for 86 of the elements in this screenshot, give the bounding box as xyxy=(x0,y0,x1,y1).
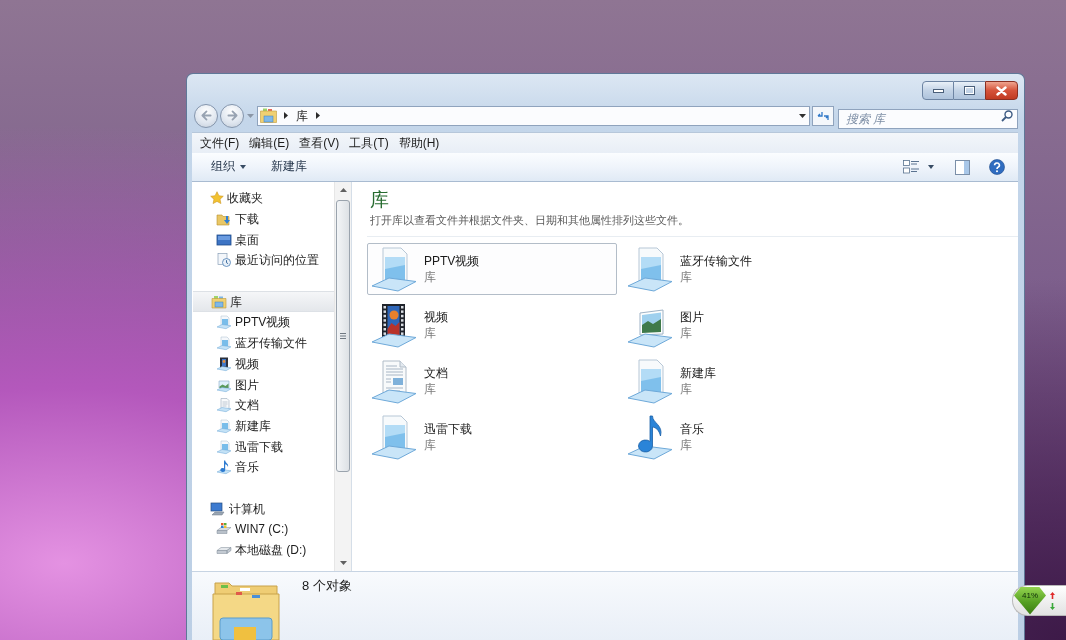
nav-item[interactable]: 迅雷下载 xyxy=(216,436,287,457)
music-library-icon xyxy=(216,459,232,476)
toolbar-button[interactable]: 组织 xyxy=(203,156,254,178)
library-icon xyxy=(216,417,232,434)
nav-item[interactable]: 视频 xyxy=(216,353,263,375)
computer-icon xyxy=(210,500,226,517)
nav-item[interactable]: 蓝牙传输文件 xyxy=(216,332,311,354)
library-tile[interactable]: 蓝牙传输文件 库 xyxy=(623,243,763,295)
desktop-icon xyxy=(216,231,232,248)
library-icon xyxy=(370,413,418,461)
arrow-down-icon[interactable] xyxy=(339,561,347,565)
library-tile[interactable]: 图片 库 xyxy=(623,299,715,351)
minimize-button[interactable] xyxy=(922,81,954,100)
nav-item[interactable]: WIN7 (C:) xyxy=(216,519,293,540)
library-tile[interactable]: 文档 库 xyxy=(367,355,459,407)
document-library-icon xyxy=(216,397,232,414)
maximize-button[interactable] xyxy=(954,81,985,100)
library-tile[interactable]: 音乐 库 xyxy=(623,411,715,463)
library-icon xyxy=(370,245,418,293)
toolbar-button[interactable]: 新建库 xyxy=(263,156,315,178)
view-options-icon[interactable] xyxy=(903,160,919,174)
recent-places-icon xyxy=(216,252,232,269)
chevron-right-icon xyxy=(316,112,320,119)
menu-item[interactable]: 文件(F) xyxy=(195,134,245,152)
preview-pane-icon[interactable] xyxy=(955,159,970,175)
library-tile[interactable]: 新建库 库 xyxy=(623,355,727,407)
nav-item[interactable]: 下载 xyxy=(216,208,263,230)
close-button[interactable] xyxy=(985,81,1018,100)
menu-item[interactable]: 编辑(E) xyxy=(244,134,295,152)
caret-icon[interactable] xyxy=(928,165,934,169)
library-icon xyxy=(216,438,232,455)
scrollbar[interactable] xyxy=(334,182,351,571)
search-field[interactable]: 搜索 库 xyxy=(838,108,1018,129)
maximize-icon xyxy=(964,86,975,95)
nav-item[interactable]: 图片 xyxy=(216,374,263,395)
nav-item[interactable]: 音乐 xyxy=(216,456,263,478)
arrow-down-icon xyxy=(1050,602,1055,610)
menu-item[interactable]: 查看(V) xyxy=(294,134,345,152)
download-folder-icon xyxy=(216,211,232,228)
film-library-icon xyxy=(216,355,232,372)
nav-item[interactable]: 文档 xyxy=(216,394,263,416)
film-library-icon xyxy=(370,301,418,349)
nav-item[interactable]: 库 xyxy=(193,291,334,313)
nav-item[interactable]: 新建库 xyxy=(216,415,275,437)
library-folder-icon xyxy=(260,108,277,123)
forward-button[interactable] xyxy=(220,103,244,128)
nav-item[interactable]: 本地磁盘 (D:) xyxy=(216,539,311,561)
music-note-icon xyxy=(626,413,674,461)
refresh-button[interactable] xyxy=(812,105,834,126)
arrow-left-icon xyxy=(200,110,212,121)
refresh-icon xyxy=(817,110,829,121)
close-icon xyxy=(996,85,1007,96)
library-tile[interactable]: 视频 库 xyxy=(367,299,459,351)
arrow-up-icon xyxy=(1050,591,1055,599)
nav-item[interactable]: 桌面 xyxy=(216,229,263,251)
library-heading: 库 xyxy=(369,188,389,212)
library-folder-icon xyxy=(211,293,227,310)
arrow-up-icon[interactable] xyxy=(339,188,347,192)
address-field[interactable]: 库 xyxy=(257,105,810,126)
folder-icon xyxy=(212,580,280,640)
arrow-right-icon xyxy=(226,110,238,121)
menu-item[interactable]: 工具(T) xyxy=(344,134,394,152)
library-icon xyxy=(216,314,232,331)
nav-item[interactable]: 收藏夹 xyxy=(210,188,267,209)
library-tile[interactable]: PPTV视频 库 xyxy=(367,243,617,295)
item-count: 8 个对象 xyxy=(302,577,352,595)
star-icon xyxy=(210,191,224,206)
back-button[interactable] xyxy=(194,103,218,128)
document-library-icon xyxy=(370,357,418,405)
nav-item[interactable]: 最近访问的位置 xyxy=(216,250,323,271)
grip-icon xyxy=(340,333,346,339)
menu-item[interactable]: 帮助(H) xyxy=(393,134,445,152)
library-tile[interactable]: 迅雷下载 库 xyxy=(367,411,483,463)
nav-item[interactable]: 计算机 xyxy=(210,498,269,519)
chevron-right-icon xyxy=(284,112,288,119)
nav-item[interactable]: PPTV视频 xyxy=(216,312,295,333)
minimize-icon xyxy=(932,88,944,93)
library-description: 打开库以查看文件并根据文件夹、日期和其他属性排列这些文件。 xyxy=(369,213,689,227)
library-icon xyxy=(626,245,674,293)
help-icon[interactable] xyxy=(989,159,1005,175)
breadcrumb-item[interactable]: 库 xyxy=(288,107,316,124)
caret-icon[interactable] xyxy=(799,113,806,118)
search-icon xyxy=(1001,109,1013,122)
library-icon xyxy=(626,357,674,405)
scrollbar-thumb[interactable] xyxy=(336,200,350,472)
library-icon xyxy=(216,335,232,352)
